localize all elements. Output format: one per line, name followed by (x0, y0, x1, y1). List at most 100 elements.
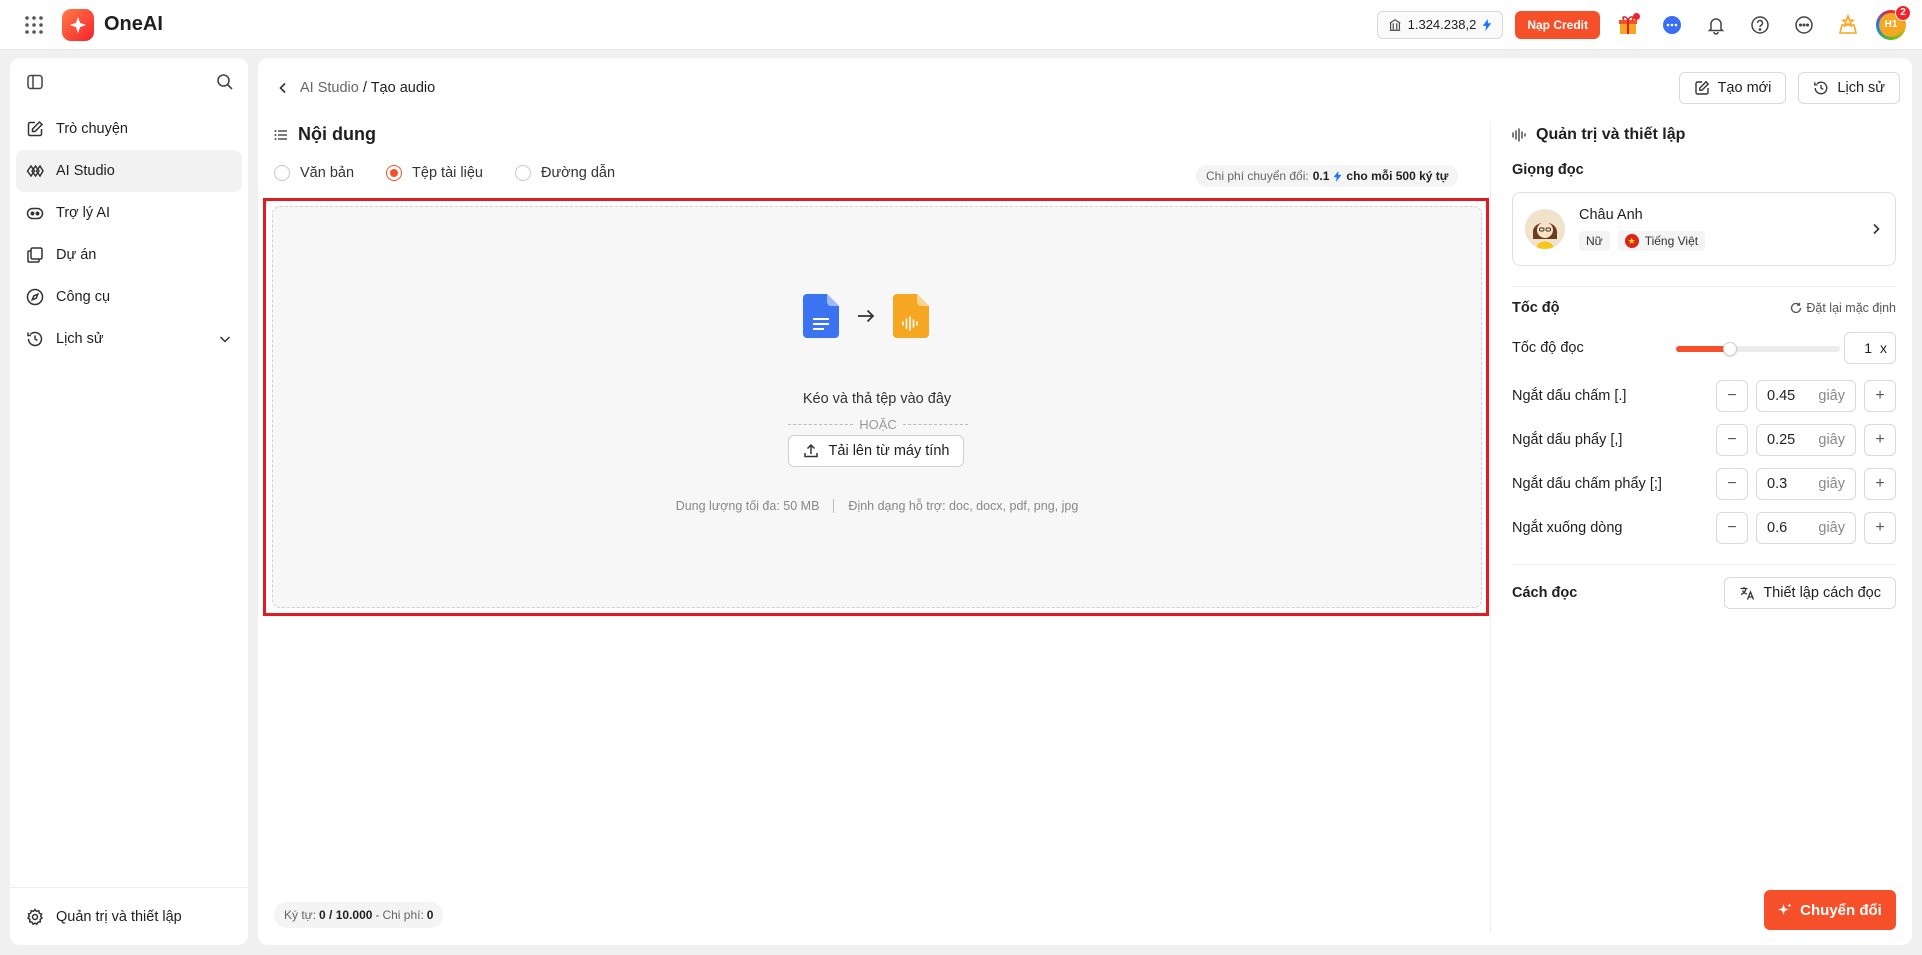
rewards-icon[interactable] (1832, 9, 1864, 41)
slider-thumb[interactable] (1723, 342, 1738, 356)
reading-speed-row: Tốc độ đọc 1 x (1512, 332, 1896, 364)
voice-selector[interactable]: Châu Anh Nữ ★ Tiếng Việt (1512, 192, 1896, 266)
history-button[interactable]: Lịch sử (1798, 72, 1900, 104)
sidebar-item-label: AI Studio (56, 163, 115, 179)
user-avatar[interactable]: H1 2 (1876, 4, 1911, 40)
search-icon[interactable] (216, 73, 234, 94)
vietnam-flag-icon: ★ (1624, 234, 1639, 248)
dropzone-info: Dung lượng tối đa: 50 MB Định dạng hỗ tr… (273, 499, 1481, 513)
history-button-label: Lịch sử (1837, 80, 1885, 96)
radio-button-selected[interactable] (386, 165, 403, 181)
bell-icon[interactable] (1700, 9, 1732, 41)
upload-button-label: Tải lên từ máy tính (828, 443, 950, 459)
translate-icon (1740, 587, 1755, 600)
pause-label: Ngắt dấu phẩy [,] (1512, 432, 1623, 448)
lightning-icon (1483, 18, 1492, 31)
sidebar-item-tools[interactable]: Công cụ (16, 276, 242, 318)
chars-label: Ký tự: (284, 908, 317, 922)
chars-value: 0 / 10.000 (319, 908, 373, 922)
reading-style-label: Cách đọc (1512, 585, 1578, 601)
reading-style-settings-button[interactable]: Thiết lập cách đọc (1724, 577, 1896, 609)
source-option-text[interactable]: Văn bản (274, 165, 354, 181)
pause-value-input[interactable]: 0.45 giây (1756, 380, 1856, 412)
chevron-down-icon[interactable] (218, 332, 232, 346)
sidebar-item-ai-studio[interactable]: AI Studio (16, 150, 242, 192)
sparkle-logo-icon (62, 8, 94, 41)
reading-style-row: Cách đọc Thiết lập cách đọc (1512, 577, 1896, 609)
speed-label: Tốc độ (1512, 300, 1560, 316)
bank-icon (1389, 18, 1401, 31)
voice-language-tag: ★ Tiếng Việt (1617, 231, 1706, 251)
back-arrow-icon[interactable] (276, 81, 290, 95)
apps-grid-icon[interactable] (16, 7, 52, 43)
conversion-cost-info: Chi phí chuyển đổi: 0.1 cho mỗi 500 ký t… (1196, 165, 1459, 187)
voice-avatar (1525, 209, 1565, 249)
notification-badge: 2 (1895, 4, 1911, 21)
arrow-right-icon (858, 309, 875, 323)
content-section-title: Nội dung (274, 124, 376, 145)
top-bar: OneAI 1.324.238,2 Nạp Credit H1 2 (0, 0, 1922, 50)
sidebar-item-chat[interactable]: Trò chuyện (16, 108, 242, 150)
help-icon[interactable] (1744, 9, 1776, 41)
convert-button[interactable]: Chuyển đổi (1764, 890, 1896, 930)
audio-file-icon (893, 294, 929, 338)
sidebar: Trò chuyện AI Studio Trợ lý AI Dự án Côn… (10, 58, 248, 945)
topup-credit-button[interactable]: Nạp Credit (1515, 10, 1600, 39)
folder-icon (27, 247, 43, 263)
reading-speed-slider[interactable] (1676, 342, 1840, 356)
cost-prefix: Chi phí chuyển đổi: (1206, 169, 1309, 183)
radio-button[interactable] (274, 165, 290, 181)
sidebar-toggle-icon[interactable] (26, 73, 44, 94)
gift-icon[interactable] (1612, 9, 1644, 41)
upload-from-computer-button[interactable]: Tải lên từ máy tính (788, 435, 964, 467)
sidebar-item-ai-assistant[interactable]: Trợ lý AI (16, 192, 242, 234)
voice-label: Giọng đọc (1512, 162, 1584, 178)
increment-button[interactable]: + (1864, 468, 1896, 500)
new-button[interactable]: Tạo mới (1678, 72, 1787, 104)
decrement-button[interactable]: − (1716, 468, 1748, 500)
source-option-link[interactable]: Đường dẫn (514, 165, 615, 181)
pause-row-semicolon: Ngắt dấu chấm phẩy [;] − 0.3 giây + (1512, 468, 1896, 500)
pause-label: Ngắt dấu chấm phẩy [;] (1512, 476, 1662, 492)
file-dropzone[interactable]: Kéo và thả tệp vào đây HOẶC Tải lên từ m… (272, 206, 1482, 608)
equalizer-icon (1512, 128, 1526, 142)
sidebar-settings[interactable]: Quản trị và thiết lập (10, 887, 248, 945)
decrement-button[interactable]: − (1716, 512, 1748, 544)
pause-value-input[interactable]: 0.25 giây (1756, 424, 1856, 456)
sidebar-item-label: Trò chuyện (56, 121, 128, 137)
content-title: Nội dung (298, 124, 376, 144)
or-divider: HOẶC (788, 417, 968, 432)
or-label: HOẶC (859, 417, 897, 432)
robot-icon (26, 207, 44, 220)
radio-button[interactable] (514, 165, 531, 181)
decrement-button[interactable]: − (1716, 424, 1748, 456)
sidebar-item-label: Dự án (56, 247, 97, 263)
more-icon[interactable] (1788, 9, 1820, 41)
credit-balance[interactable]: 1.324.238,2 (1376, 10, 1504, 39)
pause-stepper: − 0.6 giây + (1716, 512, 1896, 544)
sidebar-item-label: Trợ lý AI (56, 205, 111, 221)
supported-formats-text: Định dạng hỗ trợ: doc, docx, pdf, png, j… (848, 499, 1079, 513)
reading-speed-input[interactable]: 1 x (1844, 332, 1896, 364)
balance-value: 1.324.238,2 (1407, 17, 1477, 32)
upload-icon (803, 443, 818, 458)
pause-value-input[interactable]: 0.3 giây (1756, 468, 1856, 500)
breadcrumb-parent[interactable]: AI Studio (300, 80, 359, 96)
cost-suffix: cho mỗi 500 ký tự (1346, 169, 1449, 183)
app-logo[interactable]: OneAI (62, 8, 163, 41)
pause-value-input[interactable]: 0.6 giây (1756, 512, 1856, 544)
sidebar-footer-label: Quản trị và thiết lập (56, 908, 182, 925)
reset-default-button[interactable]: Đặt lại mặc định (1790, 301, 1896, 315)
sparkle-icon (1778, 903, 1792, 915)
increment-button[interactable]: + (1864, 512, 1896, 544)
increment-button[interactable]: + (1864, 380, 1896, 412)
increment-button[interactable]: + (1864, 424, 1896, 456)
messenger-icon[interactable] (1656, 9, 1688, 41)
decrement-button[interactable]: − (1716, 380, 1748, 412)
pause-stepper: − 0.25 giây + (1716, 424, 1896, 456)
character-counter: Ký tự: 0 / 10.000 - Chi phí: 0 (274, 902, 444, 928)
source-option-file[interactable]: Tệp tài liệu (386, 165, 483, 181)
sidebar-item-projects[interactable]: Dự án (16, 234, 242, 276)
sidebar-item-history[interactable]: Lịch sử (16, 318, 242, 360)
panel-divider (1490, 122, 1491, 932)
